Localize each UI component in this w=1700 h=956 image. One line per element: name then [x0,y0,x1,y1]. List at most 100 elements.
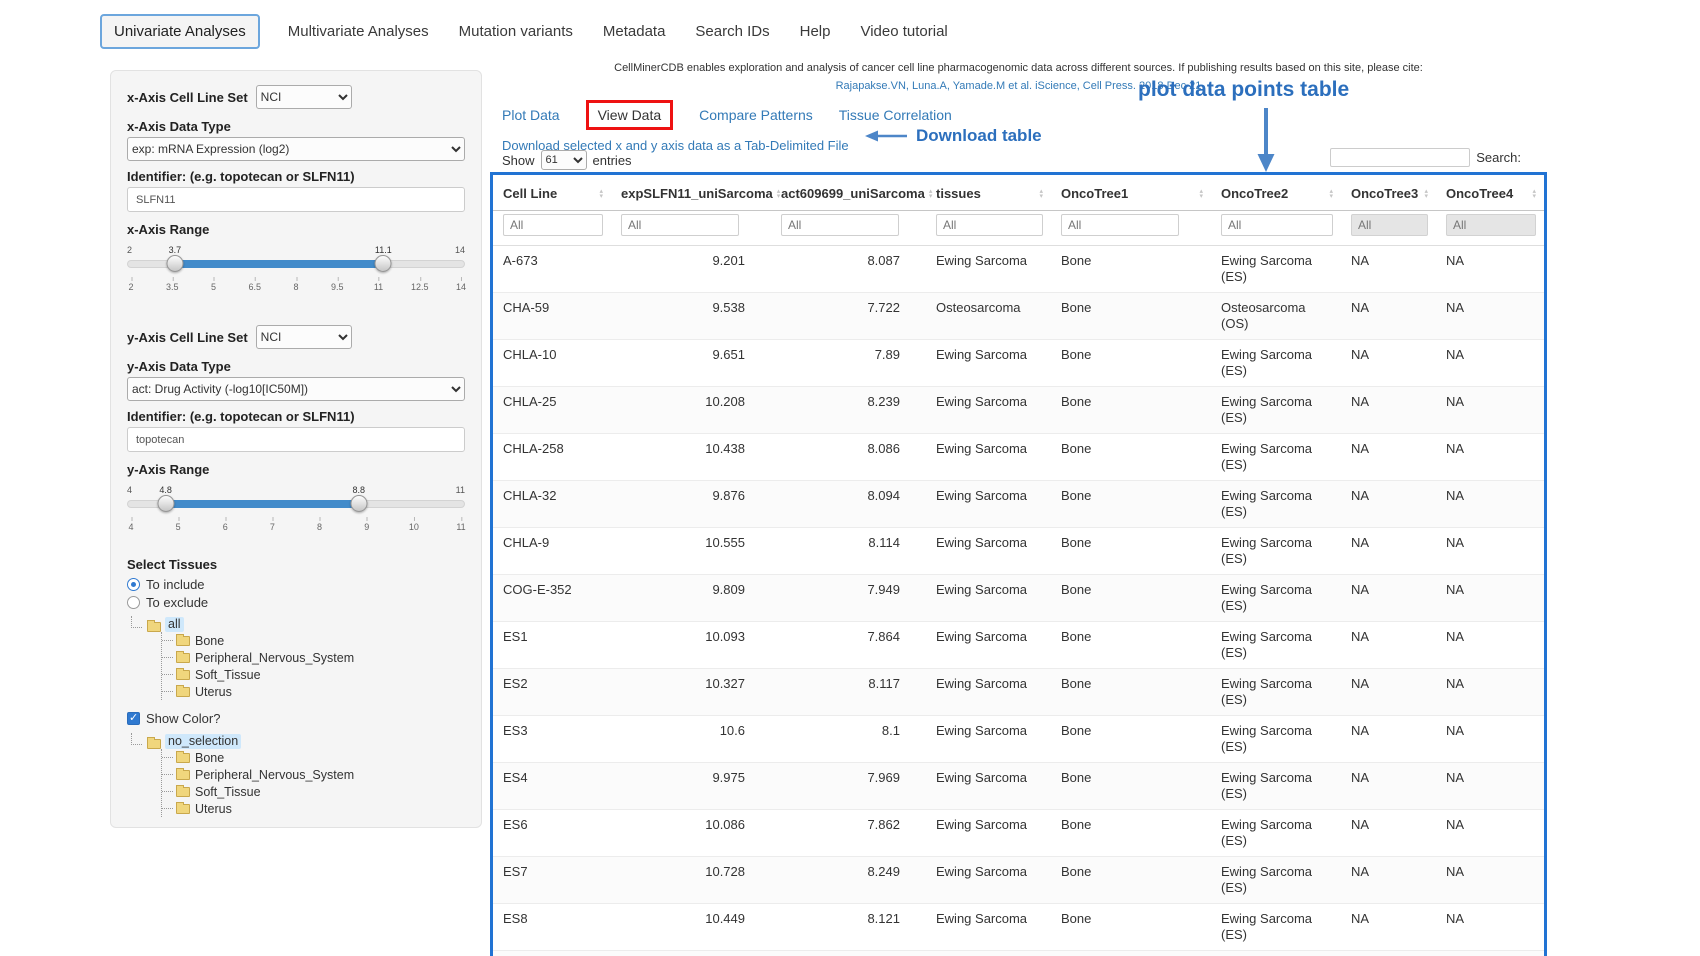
table-row: EW89.6778.082Ewing SarcomaBoneEwing Sarc… [493,951,1544,956]
slider-ticks: 23.556.589.51112.514 [131,277,461,293]
table-cell: NA [1341,763,1436,810]
table-cell: 7.722 [771,293,926,340]
table-cell: NA [1341,810,1436,857]
radio-to-include[interactable]: To include [127,575,465,593]
table-cell: 9.538 [611,293,771,340]
slider-handle-low[interactable] [157,495,174,512]
entries-select[interactable]: 61 [541,150,587,170]
include-tree-item-bone[interactable]: Bone [162,632,465,649]
filter-input-expslfn11-unisarcoma[interactable] [621,214,739,236]
include-tree-root[interactable]: all [127,615,465,632]
subtab-compare-patterns[interactable]: Compare Patterns [699,107,813,123]
table-cell: NA [1436,340,1544,387]
sort-icon[interactable]: ▴▾ [1424,189,1428,199]
citation-line2[interactable]: Rajapakse.VN, Luna.A, Yamade.M et al. iS… [490,80,1547,92]
x-range-slider[interactable]: 2143.711.123.556.589.51112.514 [127,245,465,299]
nav-tab-mutation-variants[interactable]: Mutation variants [457,16,575,47]
table-cell: 8.094 [771,481,926,528]
include-tree-item-uterus[interactable]: Uterus [162,683,465,700]
sort-icon[interactable]: ▴▾ [1532,189,1536,199]
table-cell: Ewing Sarcoma [926,622,1051,669]
slider-min-label: 2 [127,245,132,255]
table-cell: EW8 [493,951,611,956]
slider-handle-high[interactable] [350,495,367,512]
include-tree-item-peripheral-nervous-system[interactable]: Peripheral_Nervous_System [162,649,465,666]
table-cell: NA [1436,528,1544,575]
sort-icon[interactable]: ▴▾ [1199,189,1203,199]
sort-icon[interactable]: ▴▾ [929,189,933,199]
x-identifier-input[interactable] [127,187,465,212]
filter-input-cell-line[interactable] [503,214,603,236]
table-cell: Bone [1051,340,1211,387]
table-cell: Ewing Sarcoma (ES) [1211,622,1341,669]
nav-tab-metadata[interactable]: Metadata [601,16,668,47]
y-identifier-input[interactable] [127,427,465,452]
column-header-expslfn11-unisarcoma[interactable]: expSLFN11_uniSarcoma▴▾ [611,175,771,211]
exclude-tree-root[interactable]: no_selection [127,732,465,749]
table-cell: Ewing Sarcoma (ES) [1211,481,1341,528]
nav-tab-video-tutorial[interactable]: Video tutorial [858,16,949,47]
checkbox-icon[interactable] [127,712,140,725]
table-cell: Bone [1051,904,1211,951]
subtab-view-data[interactable]: View Data [586,100,674,130]
filter-input-act609699-unisarcoma[interactable] [781,214,899,236]
nav-tab-search-ids[interactable]: Search IDs [693,16,771,47]
table-cell: Bone [1051,387,1211,434]
table-cell: Bone [1051,951,1211,956]
y-data-type-select[interactable]: act: Drug Activity (-log10[IC50M]) [127,377,465,401]
filter-input-tissues[interactable] [936,214,1043,236]
filter-input-oncotree1[interactable] [1061,214,1179,236]
x-range-label: x-Axis Range [127,222,465,237]
table-cell: NA [1341,387,1436,434]
exclude-tree-item-uterus[interactable]: Uterus [162,800,465,817]
sort-icon[interactable]: ▴▾ [599,189,603,199]
entries-label: entries [593,153,632,168]
slider-handle-low[interactable] [166,255,183,272]
show-color-checkbox[interactable]: Show Color? [127,708,465,728]
y-cell-line-set-select[interactable]: NCI [256,325,352,349]
y-range-slider[interactable]: 4114.88.84567891011 [127,485,465,539]
table-cell: ES3 [493,716,611,763]
radio-icon[interactable] [127,596,140,609]
left-arrow-icon [865,128,907,144]
table-cell: Osteosarcoma [926,293,1051,340]
slider-bar[interactable] [175,260,383,268]
table-cell: 10.093 [611,622,771,669]
subtab-tissue-correlation[interactable]: Tissue Correlation [839,107,952,123]
x-data-type-select[interactable]: exp: mRNA Expression (log2) [127,137,465,161]
subtab-plot-data[interactable]: Plot Data [502,107,560,123]
radio-icon[interactable] [127,578,140,591]
column-header-act609699-unisarcoma[interactable]: act609699_uniSarcoma▴▾ [771,175,926,211]
x-cell-line-set-select[interactable]: NCI [256,85,352,109]
slider-bar[interactable] [166,500,359,508]
search-input[interactable] [1330,148,1470,167]
slider-handle-high[interactable] [375,255,392,272]
slider-ticks: 4567891011 [131,517,461,533]
sort-icon[interactable]: ▴▾ [1039,189,1043,199]
table-cell: Ewing Sarcoma [926,246,1051,293]
nav-tab-multivariate-analyses[interactable]: Multivariate Analyses [286,16,431,47]
column-header-tissues[interactable]: tissues▴▾ [926,175,1051,211]
table-cell: Ewing Sarcoma (ES) [1211,575,1341,622]
table-cell: NA [1341,951,1436,956]
column-header-oncotree1[interactable]: OncoTree1 ▴▾ [1051,175,1211,211]
column-header-oncotree4[interactable]: OncoTree4▴▾ [1436,175,1544,211]
filter-input-oncotree2[interactable] [1221,214,1333,236]
sort-icon[interactable]: ▴▾ [1329,189,1333,199]
radio-to-exclude[interactable]: To exclude [127,593,465,611]
exclude-tree-item-soft-tissue[interactable]: Soft_Tissue [162,783,465,800]
sort-icon[interactable]: ▴▾ [777,189,781,199]
column-header-cell-line[interactable]: Cell Line▴▾ [493,175,611,211]
exclude-tree-item-bone[interactable]: Bone [162,749,465,766]
include-tree-item-soft-tissue[interactable]: Soft_Tissue [162,666,465,683]
column-header-oncotree3[interactable]: OncoTree3▴▾ [1341,175,1436,211]
table-cell: Ewing Sarcoma [926,340,1051,387]
nav-tab-univariate-analyses[interactable]: Univariate Analyses [100,14,260,49]
nav-tab-help[interactable]: Help [798,16,833,47]
slider-min-label: 4 [127,485,132,495]
exclude-tree-item-peripheral-nervous-system[interactable]: Peripheral_Nervous_System [162,766,465,783]
table-cell: Ewing Sarcoma (ES) [1211,387,1341,434]
column-label: OncoTree1 [1061,186,1128,201]
column-header-oncotree2[interactable]: OncoTree2▴▾ [1211,175,1341,211]
table-cell: Bone [1051,622,1211,669]
